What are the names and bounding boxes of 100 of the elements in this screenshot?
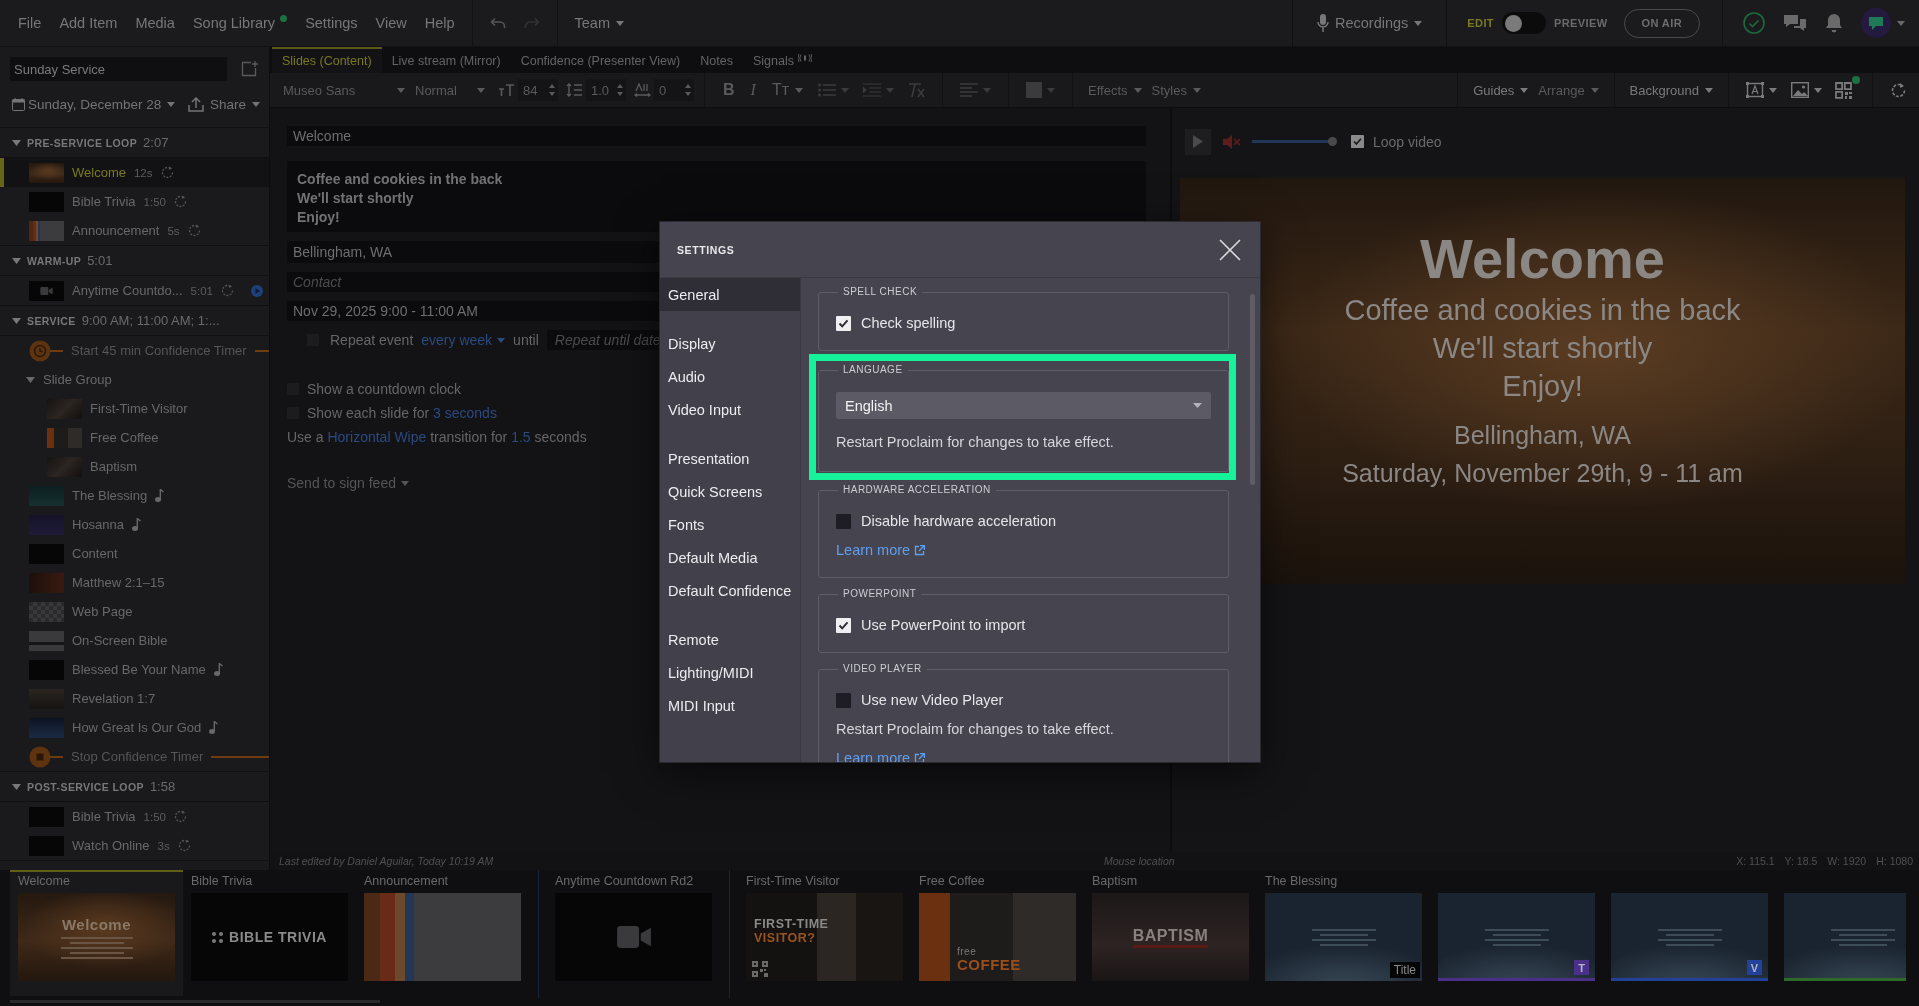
settings-nav-item[interactable]: Default Confidence — [660, 574, 800, 607]
settings-nav-item[interactable]: MIDI Input — [660, 689, 800, 722]
slide-card[interactable]: V — [1603, 870, 1776, 996]
settings-nav-item[interactable]: Fonts — [660, 508, 800, 541]
slide-card[interactable]: Announcement — [356, 870, 529, 996]
service-item[interactable]: Stop Confidence Timer — [0, 742, 269, 771]
sign-feed-dropdown[interactable]: Send to sign feed — [287, 475, 409, 491]
text-box-icon[interactable] — [1746, 82, 1764, 98]
service-item[interactable]: Blessed Be Your Name — [0, 655, 269, 684]
option-link[interactable]: Horizontal Wipe — [327, 429, 427, 445]
qr-code-icon[interactable] — [1835, 81, 1852, 99]
recordings-menu[interactable]: Recordings — [1300, 8, 1439, 38]
menu-item[interactable]: Help — [415, 8, 464, 38]
service-item[interactable]: Hosanna — [0, 510, 269, 539]
bell-icon[interactable] — [1825, 13, 1843, 33]
share-button[interactable]: Share — [184, 91, 263, 117]
tab[interactable]: Signals — [742, 47, 822, 73]
checkbox-label[interactable]: Repeat event — [330, 332, 414, 348]
service-item[interactable]: How Great Is Our God — [0, 713, 269, 742]
avatar-icon[interactable] — [1861, 8, 1891, 38]
refresh-icon[interactable] — [1890, 81, 1907, 99]
frequency-dropdown[interactable]: every week — [421, 332, 506, 348]
service-item[interactable]: Bible Trivia 1:50 — [0, 802, 269, 831]
team-menu[interactable]: Team — [565, 8, 633, 38]
chat-icon[interactable] — [1783, 13, 1807, 33]
menu-item[interactable]: Song Library — [183, 8, 297, 38]
caret-icon[interactable] — [1769, 87, 1777, 93]
caret-icon[interactable] — [1705, 87, 1713, 93]
service-item[interactable]: Content — [0, 539, 269, 568]
indent-icon[interactable] — [863, 83, 881, 97]
service-name-field[interactable]: Sunday Service — [10, 57, 227, 81]
checkbox-label[interactable]: Use new Video Player — [861, 692, 1004, 708]
learn-more-link[interactable]: Learn more — [836, 542, 926, 558]
checkbox[interactable] — [1351, 135, 1364, 148]
close-icon[interactable] — [1219, 238, 1241, 261]
caret-icon[interactable] — [616, 20, 624, 26]
service-item[interactable]: Welcome 12s — [0, 158, 269, 187]
checkbox[interactable] — [836, 315, 851, 331]
image-icon[interactable] — [1791, 82, 1809, 98]
collapse-triangle-icon[interactable] — [12, 257, 21, 264]
service-item[interactable]: Web Page — [0, 597, 269, 626]
settings-nav-item[interactable]: Audio — [660, 360, 800, 393]
menu-item[interactable]: Media — [126, 8, 184, 38]
service-item[interactable]: Baptism — [0, 452, 269, 481]
collapse-triangle-icon[interactable] — [12, 317, 21, 324]
option-link[interactable]: 1.5 — [511, 429, 531, 445]
section-header[interactable]: SERVICE 9:00 AM; 11:00 AM; 1:... — [0, 306, 269, 335]
caret-icon[interactable] — [1193, 403, 1202, 408]
settings-nav-item[interactable]: General — [660, 278, 800, 311]
menu-item[interactable]: View — [366, 8, 416, 38]
settings-nav-item[interactable]: Lighting/MIDI — [660, 656, 800, 689]
bulleted-list-icon[interactable] — [818, 83, 836, 97]
service-item[interactable]: On-Screen Bible — [0, 626, 269, 655]
play-icon[interactable] — [1193, 135, 1203, 148]
settings-nav-item[interactable]: Default Media — [660, 541, 800, 574]
tab[interactable]: Live stream (Mirror) — [381, 47, 511, 73]
service-item[interactable]: Bible Trivia 1:50 — [0, 187, 269, 216]
caret-icon[interactable] — [1814, 87, 1822, 93]
section-header[interactable]: PRE-SERVICE LOOP 2:07 — [0, 128, 269, 157]
menu-item[interactable]: File — [9, 8, 51, 38]
scrollbar-thumb[interactable] — [1250, 294, 1255, 485]
caret-icon[interactable] — [1897, 20, 1905, 26]
checkbox[interactable] — [836, 692, 851, 708]
title-field[interactable]: Welcome — [287, 126, 1146, 146]
settings-nav-item[interactable]: Remote — [660, 623, 800, 656]
date-picker[interactable]: Sunday, December 28 — [25, 91, 179, 117]
checkbox[interactable] — [836, 513, 851, 529]
caret-icon[interactable] — [252, 101, 260, 107]
play-button[interactable] — [1185, 128, 1211, 155]
muted-speaker-icon[interactable] — [1223, 134, 1241, 149]
settings-nav-item[interactable]: Presentation — [660, 442, 800, 475]
checkbox-label[interactable]: Check spelling — [861, 315, 956, 331]
slide-card[interactable]: First-Time Visitor FIRST-TIME VISITOR? — [738, 870, 911, 996]
slide-card[interactable]: Welcome Welcome — [10, 870, 183, 996]
settings-nav-item[interactable]: Quick Screens — [660, 475, 800, 508]
new-window-icon[interactable] — [241, 61, 259, 77]
slide-text-field[interactable]: Coffee and cookies in the back We'll start shortly Enjoy! — [287, 161, 1146, 232]
slide-card[interactable]: Free Coffee free COFFEE — [911, 870, 1084, 996]
slide-card[interactable]: Anytime Countdown Rd2 — [547, 870, 720, 996]
menu-item[interactable]: Settings — [296, 8, 367, 38]
checkbox-label[interactable]: Loop video — [1373, 133, 1442, 150]
option-link[interactable]: 3 seconds — [433, 405, 497, 421]
tab[interactable]: Slides (Content) — [272, 47, 382, 73]
slider-thumb[interactable] — [1327, 137, 1337, 146]
clear-format-icon[interactable] — [908, 82, 925, 98]
service-item[interactable]: First-Time Visitor — [0, 394, 269, 423]
mode-toggle[interactable] — [1501, 12, 1546, 34]
language-select[interactable]: English — [836, 392, 1211, 419]
service-item[interactable]: Anytime Countdo... 5:01 — [0, 276, 269, 305]
caret-icon[interactable] — [497, 337, 506, 343]
service-item[interactable]: The Blessing — [0, 481, 269, 510]
background-menu[interactable]: Background — [1624, 77, 1718, 103]
slide-card[interactable]: T — [1430, 870, 1603, 996]
section-header[interactable]: POST-SERVICE LOOP 1:58 — [0, 772, 269, 801]
collapse-triangle-icon[interactable] — [12, 139, 21, 146]
checkbox[interactable] — [836, 617, 851, 633]
caret-icon[interactable] — [401, 480, 409, 486]
guides-menu[interactable]: Guides — [1468, 77, 1534, 103]
align-icon[interactable] — [960, 83, 978, 97]
checkbox-label[interactable]: Use PowerPoint to import — [861, 617, 1026, 633]
